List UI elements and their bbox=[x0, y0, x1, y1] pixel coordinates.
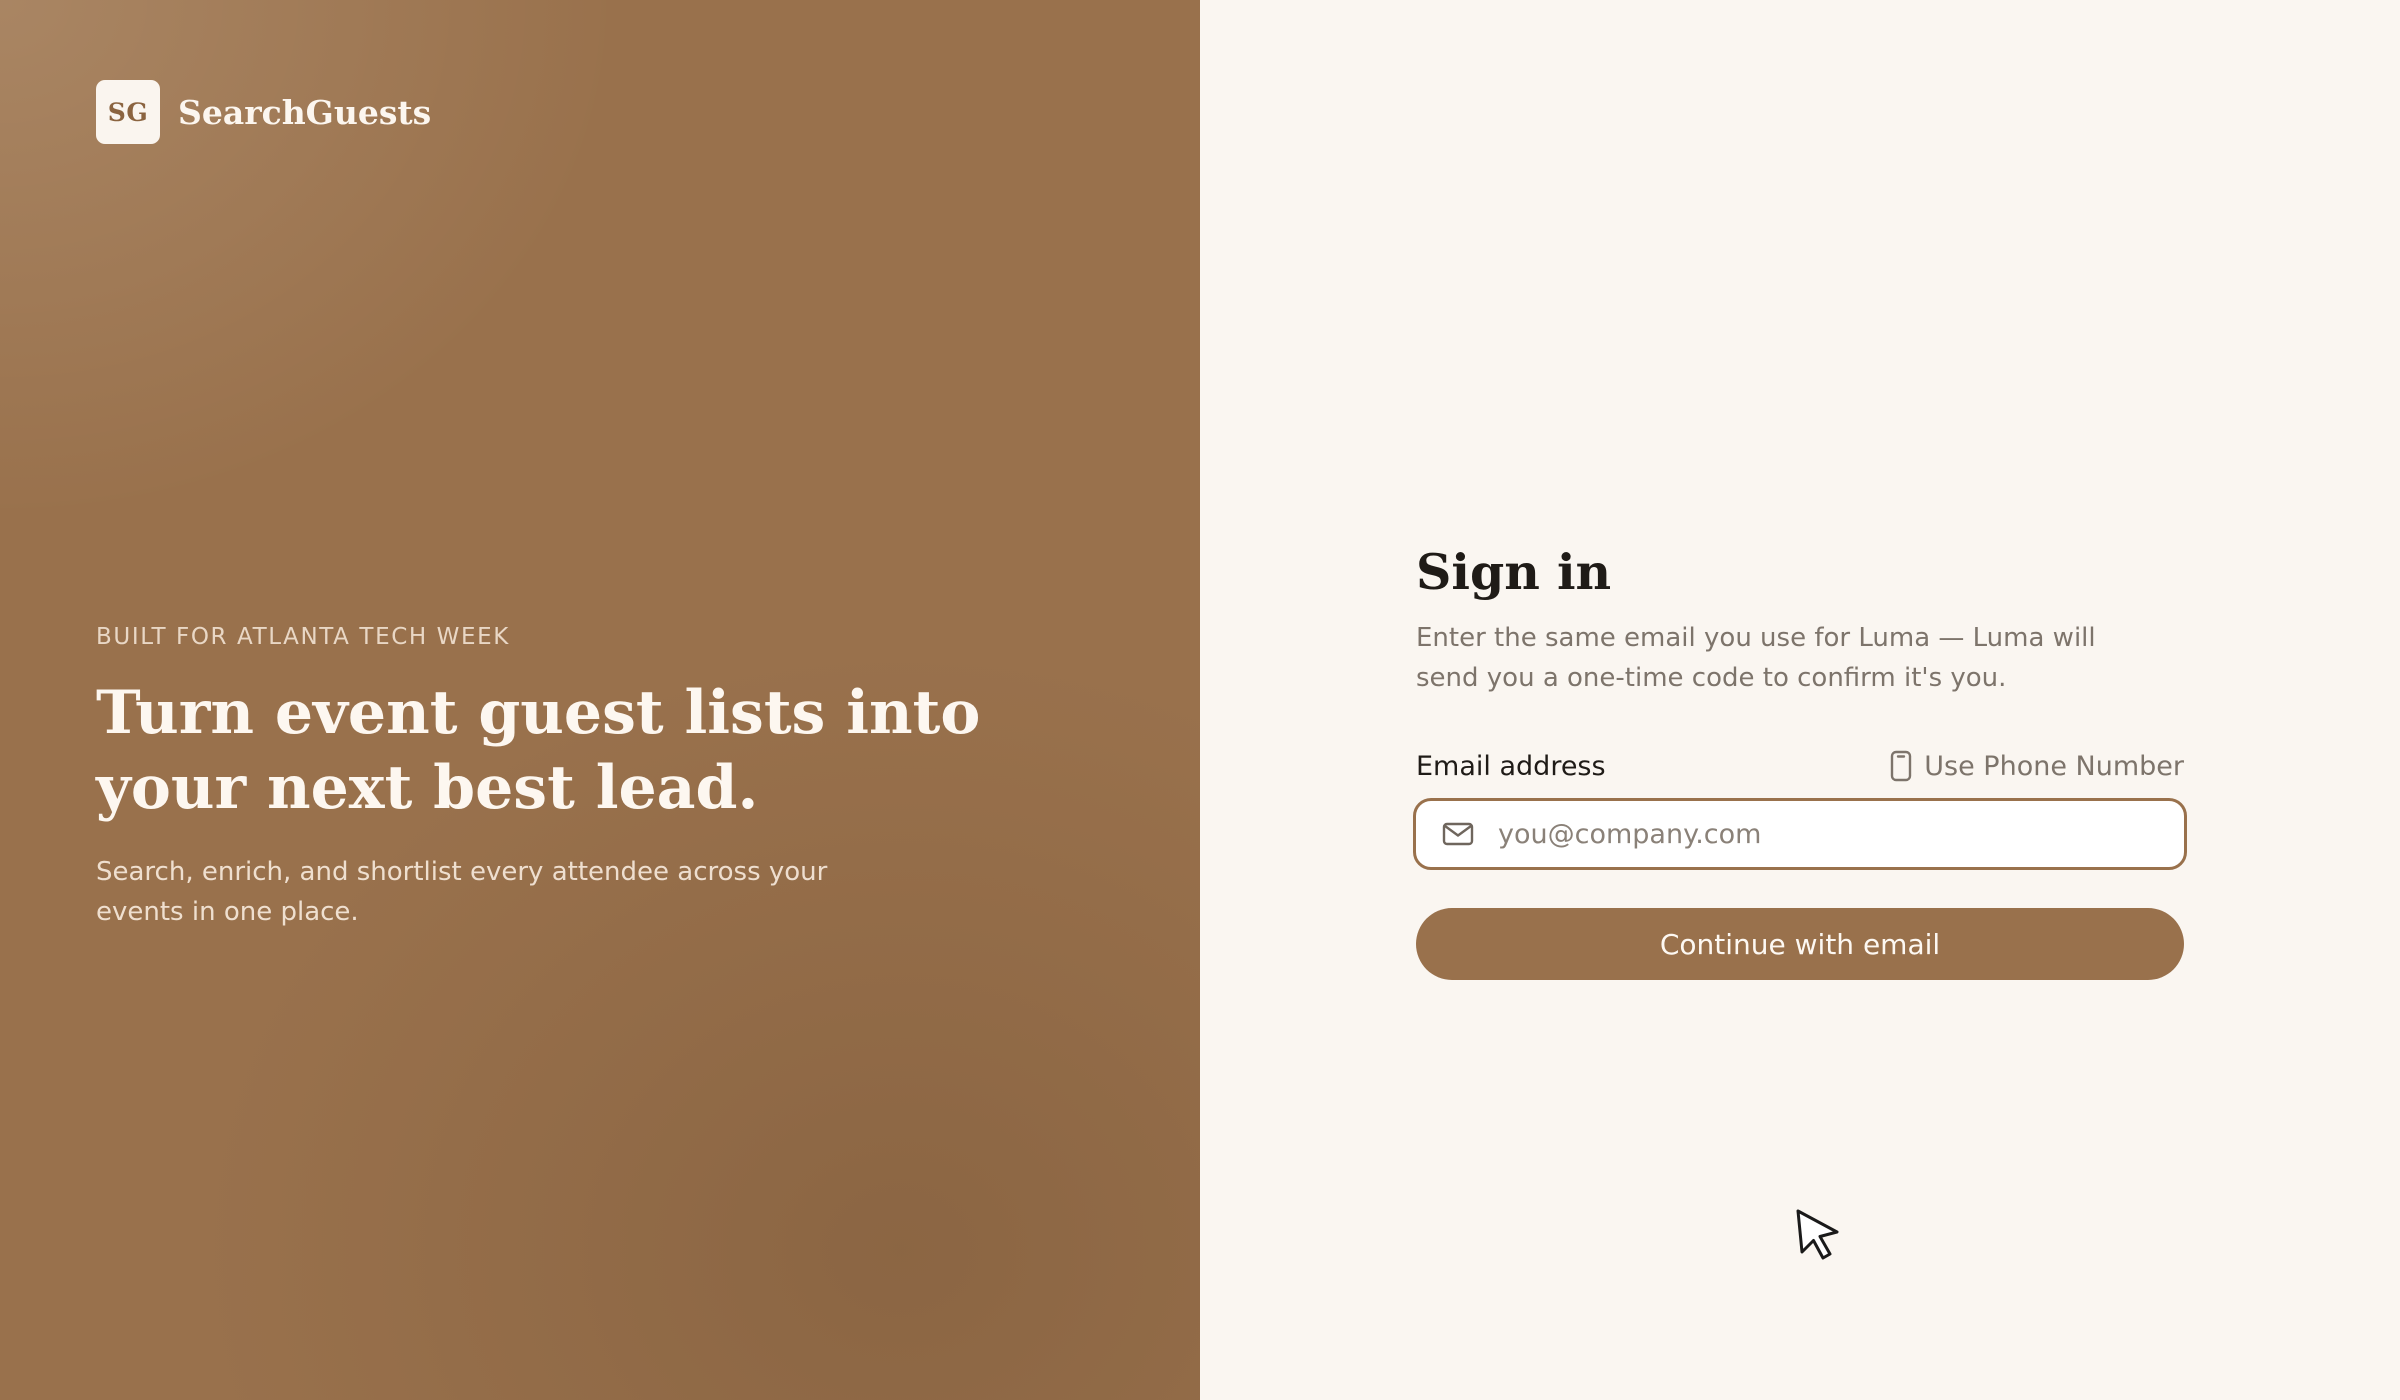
use-phone-number-label: Use Phone Number bbox=[1924, 750, 2184, 782]
signin-title: Sign in bbox=[1416, 543, 1612, 601]
email-label: Email address bbox=[1416, 750, 1606, 782]
signin-description: Enter the same email you use for Luma — … bbox=[1416, 623, 2096, 693]
hero-panel: SG SearchGuests BUILT FOR ATLANTA TECH W… bbox=[0, 0, 1200, 1400]
hero-subtitle: Search, enrich, and shortlist every atte… bbox=[96, 857, 828, 927]
signin-panel: Sign in Enter the same email you use for… bbox=[1200, 0, 2400, 1400]
hero-eyebrow: BUILT FOR ATLANTA TECH WEEK bbox=[96, 624, 510, 650]
signin-page: SG SearchGuests BUILT FOR ATLANTA TECH W… bbox=[0, 0, 2400, 1400]
brand-name: SearchGuests bbox=[178, 92, 432, 132]
phone-icon bbox=[1890, 750, 1912, 782]
hero-title: Turn event guest lists into your next be… bbox=[96, 678, 981, 823]
email-field[interactable] bbox=[1413, 798, 2187, 870]
use-phone-number-button[interactable]: Use Phone Number bbox=[1890, 750, 2184, 782]
mail-icon bbox=[1442, 822, 1474, 846]
brand-logo: SG SearchGuests bbox=[96, 80, 431, 144]
email-field-header: Email address Use Phone Number bbox=[1416, 748, 2184, 784]
brand-mark: SG bbox=[96, 80, 160, 144]
continue-with-email-button[interactable]: Continue with email bbox=[1416, 908, 2184, 980]
signin-form: Sign in Enter the same email you use for… bbox=[1413, 540, 2187, 980]
email-input[interactable] bbox=[1496, 817, 2184, 851]
